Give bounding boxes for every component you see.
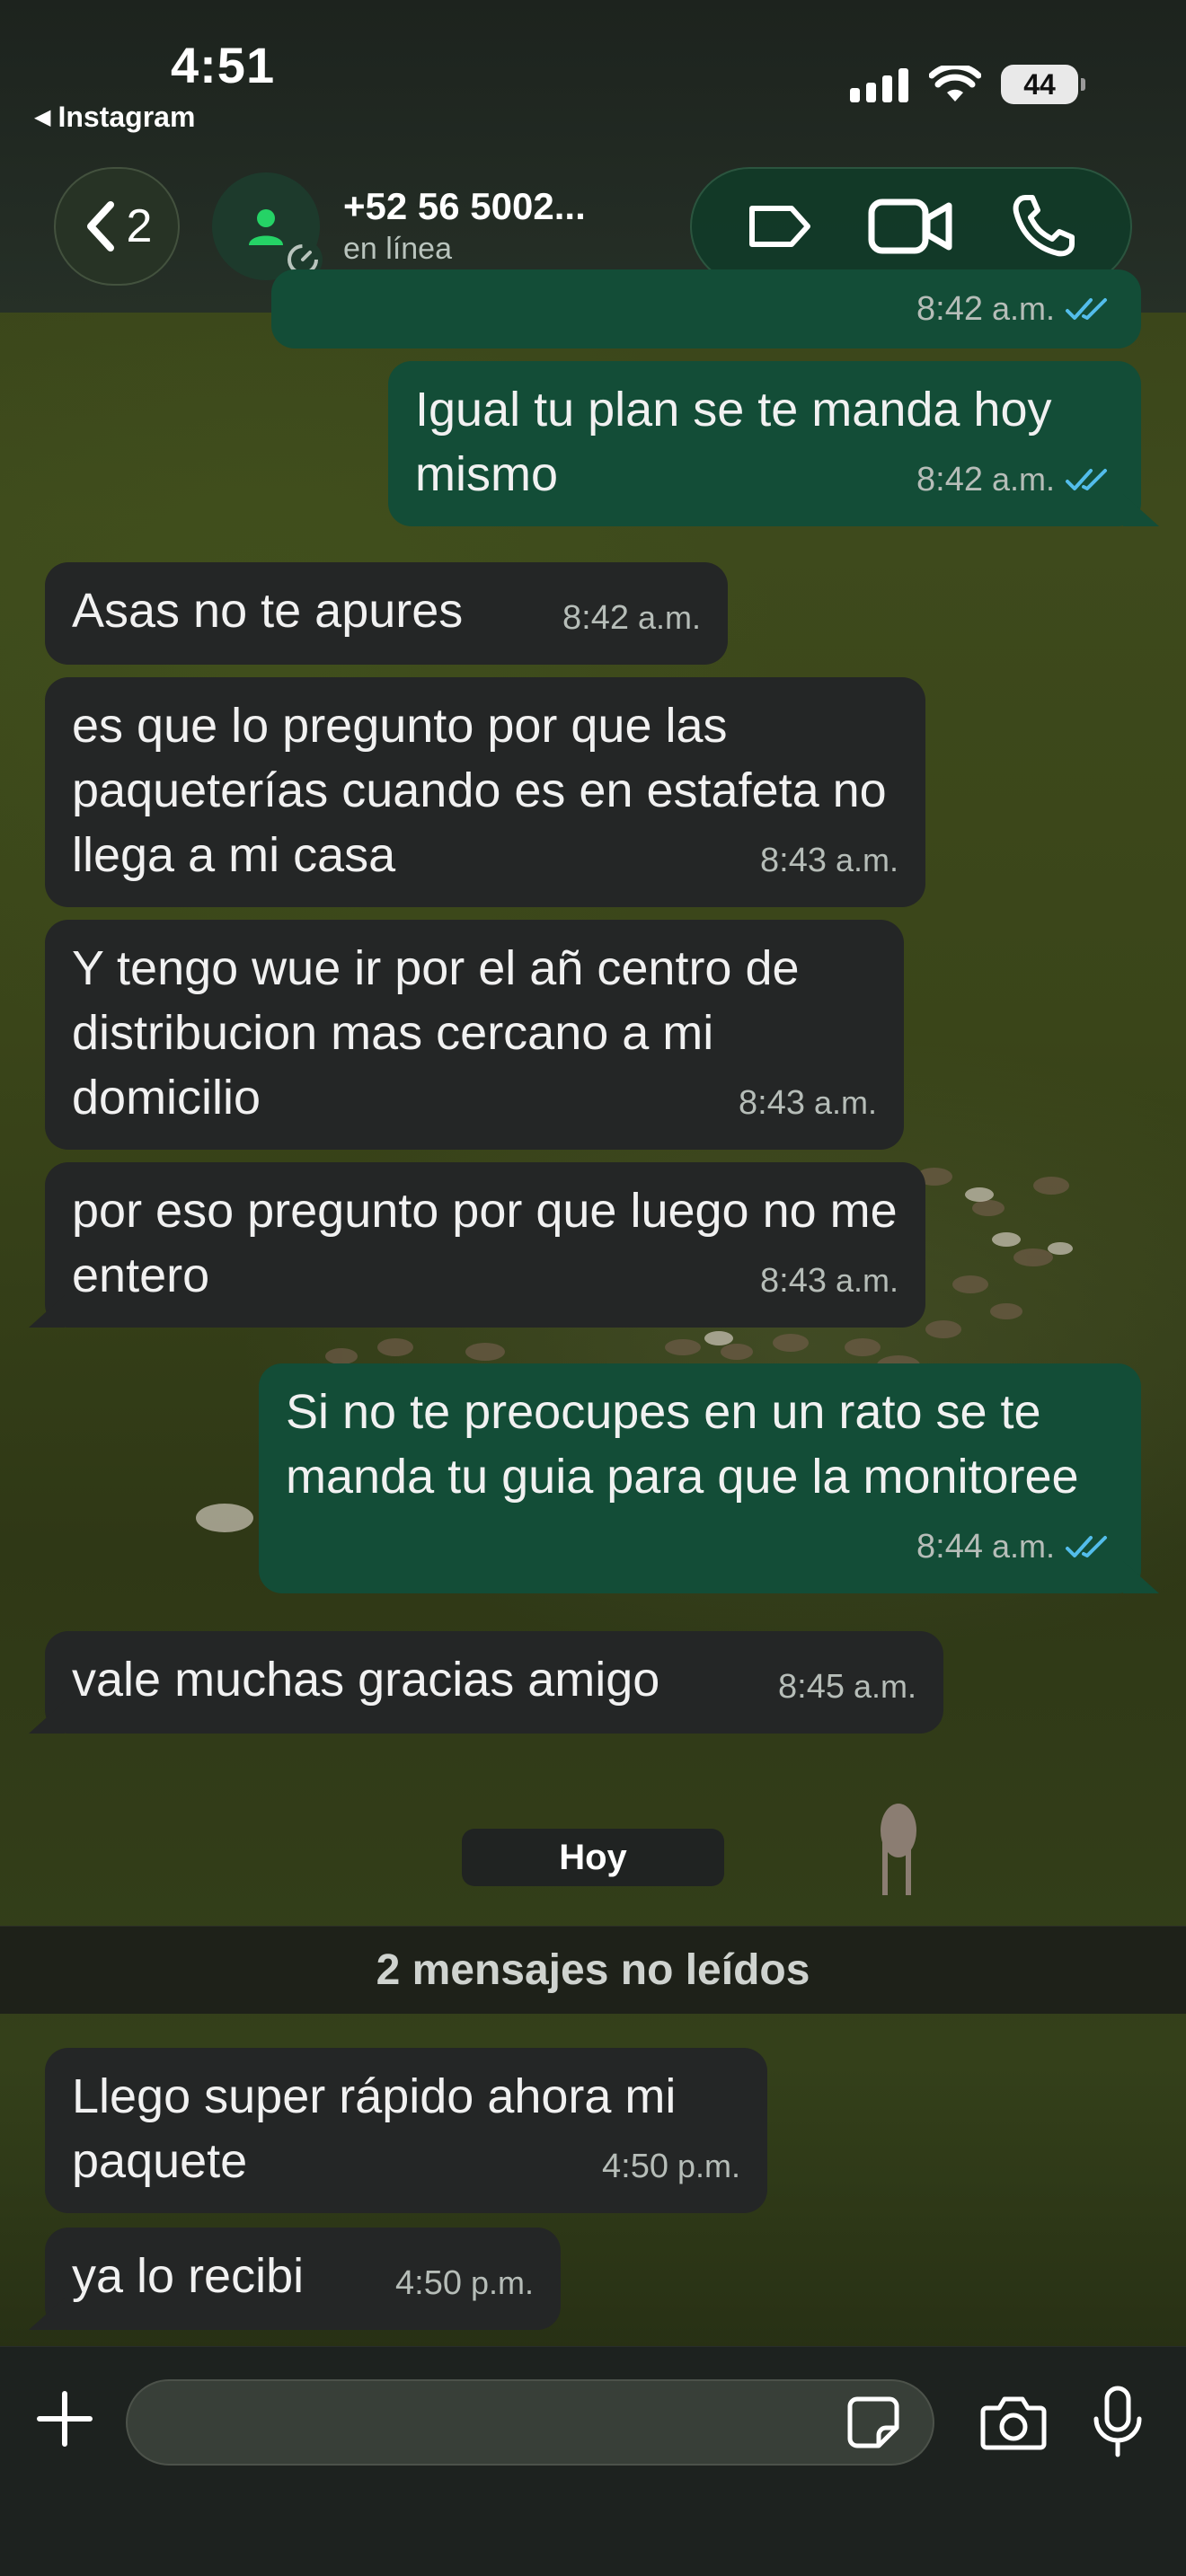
- message-time: 8:43: [760, 842, 827, 879]
- message-bubble-outgoing[interactable]: Igual tu plan se te manda hoy mismo 8:42…: [388, 361, 1141, 526]
- message-ampm: a.m.: [991, 461, 1055, 498]
- message-time: 8:44: [916, 1528, 983, 1566]
- message-meta: 8:43 a.m.: [760, 828, 898, 893]
- back-to-app-link[interactable]: ◀ Instagram: [34, 101, 195, 134]
- message-meta: 8:45 a.m.: [778, 1654, 916, 1719]
- message-time: 4:50: [395, 2264, 462, 2302]
- status-icons: 44: [850, 65, 1085, 104]
- message-time: 8:42: [916, 290, 983, 328]
- message-meta: 4:50 p.m.: [395, 2251, 534, 2316]
- message-time: 8:43: [760, 1262, 827, 1300]
- contact-name[interactable]: +52 56 5002...: [343, 185, 586, 228]
- message-ampm: a.m.: [835, 1262, 898, 1299]
- message-meta: 8:43 a.m.: [760, 1248, 898, 1313]
- microphone-icon[interactable]: [1091, 2385, 1145, 2460]
- message-meta: 8:43 a.m.: [739, 1071, 877, 1135]
- message-ampm: a.m.: [813, 1084, 877, 1121]
- wifi-icon: [929, 66, 981, 101]
- message-ampm: a.m.: [637, 599, 701, 636]
- unread-chats-count: 2: [126, 200, 153, 252]
- status-time: 4:51: [171, 37, 276, 93]
- message-bubble-incoming[interactable]: Llego super rápido ahora mi paquete 4:50…: [45, 2048, 767, 2213]
- message-ampm: p.m.: [470, 2264, 534, 2301]
- chat-header: 4:51 ◀ Instagram 44 2 +52 56 5002... en …: [0, 0, 1186, 313]
- contact-status: en línea: [343, 232, 452, 266]
- message-composer: [0, 2346, 1186, 2576]
- sticker-icon[interactable]: [845, 2394, 902, 2451]
- label-button[interactable]: [730, 177, 828, 276]
- message-input[interactable]: [126, 2379, 934, 2466]
- message-meta: 8:42 a.m.: [916, 277, 1114, 341]
- read-receipt-icon: [1066, 469, 1107, 490]
- message-bubble-incoming[interactable]: ya lo recibi 4:50 p.m.: [45, 2228, 561, 2330]
- back-triangle-icon: ◀: [34, 105, 51, 129]
- unread-messages-banner: 2 mensajes no leídos: [0, 1926, 1186, 2014]
- cellular-signal-icon: [850, 68, 908, 102]
- message-time: 8:43: [739, 1084, 805, 1122]
- message-ampm: a.m.: [853, 1668, 916, 1705]
- message-bubble-incoming[interactable]: Asas no te apures 8:42 a.m.: [45, 562, 728, 665]
- read-receipt-icon: [1066, 1536, 1107, 1557]
- message-ampm: a.m.: [991, 1528, 1055, 1565]
- message-bubble-incoming[interactable]: Y tengo wue ir por el añ centro de distr…: [45, 920, 904, 1150]
- battery-indicator: 44: [1001, 65, 1085, 104]
- header-actions: [690, 167, 1132, 286]
- message-ampm: a.m.: [835, 842, 898, 878]
- read-receipt-icon: [1066, 298, 1107, 320]
- back-button[interactable]: 2: [54, 167, 180, 286]
- message-meta: 8:42 a.m.: [562, 586, 701, 650]
- camera-icon[interactable]: [979, 2388, 1048, 2457]
- message-bubble-incoming[interactable]: vale muchas gracias amigo 8:45 a.m.: [45, 1631, 943, 1734]
- voice-call-button[interactable]: [994, 177, 1093, 276]
- message-bubble-incoming[interactable]: es que lo pregunto por que las paqueterí…: [45, 677, 925, 907]
- video-camera-icon: [868, 198, 952, 254]
- message-meta: 8:42 a.m.: [916, 447, 1114, 512]
- chevron-left-icon: [86, 201, 114, 251]
- message-meta: 8:44 a.m.: [916, 1514, 1114, 1579]
- message-bubble-incoming[interactable]: por eso pregunto por que luego no me ent…: [45, 1162, 925, 1328]
- message-bubble-outgoing[interactable]: Si no te preocupes en un rato se te mand…: [259, 1363, 1141, 1593]
- video-call-button[interactable]: [862, 177, 960, 276]
- message-time: 8:45: [778, 1668, 845, 1706]
- phone-icon: [1013, 195, 1075, 257]
- message-time: 8:42: [916, 461, 983, 498]
- message-ampm: a.m.: [991, 290, 1055, 327]
- plus-icon[interactable]: [32, 2386, 97, 2451]
- label-icon: [749, 206, 811, 247]
- message-text: Si no te preocupes en un rato se te mand…: [286, 1385, 1079, 1504]
- message-time: 8:42: [562, 599, 629, 637]
- message-meta: 4:50 p.m.: [602, 2134, 740, 2199]
- day-separator: Hoy: [462, 1829, 724, 1886]
- message-ampm: p.m.: [677, 2148, 740, 2184]
- back-app-label: Instagram: [58, 101, 196, 133]
- message-time: 4:50: [602, 2148, 668, 2185]
- message-bubble-outgoing[interactable]: 8:42 a.m.: [271, 269, 1141, 348]
